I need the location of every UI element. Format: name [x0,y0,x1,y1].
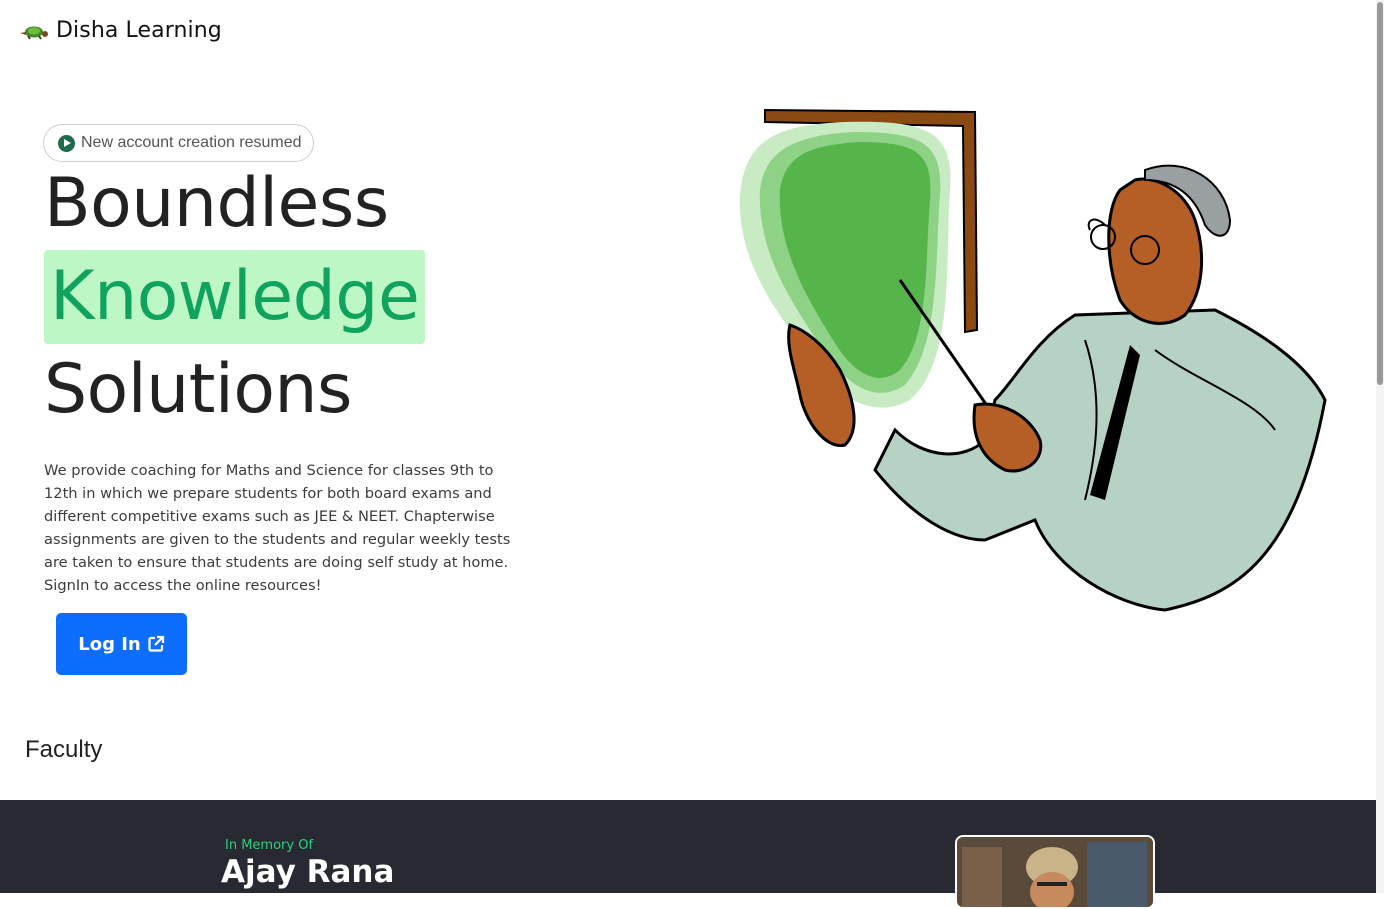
faculty-photo [955,835,1155,909]
scrollbar-thumb[interactable] [1377,2,1383,385]
teacher-illustration [739,108,1327,612]
faculty-heading: Faculty [25,736,103,763]
memorial-prefix: In Memory Of [225,838,314,853]
login-button-label: Log In [78,633,141,655]
brand-name: Disha Learning [56,18,222,43]
memorial-name: Ajay Rana [221,854,395,890]
faculty-photo-image [957,837,1153,907]
brand[interactable]: Disha Learning [18,18,222,43]
turtle-logo-icon [20,26,48,40]
hero-description: We provide coaching for Maths and Scienc… [44,461,511,594]
account-notice-badge: New account creation resumed [43,124,314,162]
external-link-icon [148,635,164,652]
login-button[interactable]: Log In [56,613,187,675]
page-scrollbar[interactable] [1376,0,1384,893]
headline-line-2-highlight: Knowledge [44,250,426,344]
headline-line-1: Boundless [44,164,389,243]
headline-line-3: Solutions [44,350,352,429]
memorial-section: In Memory Of Ajay Rana [0,800,1376,909]
play-circle-icon [58,134,75,152]
notice-text: New account creation resumed [81,134,302,151]
